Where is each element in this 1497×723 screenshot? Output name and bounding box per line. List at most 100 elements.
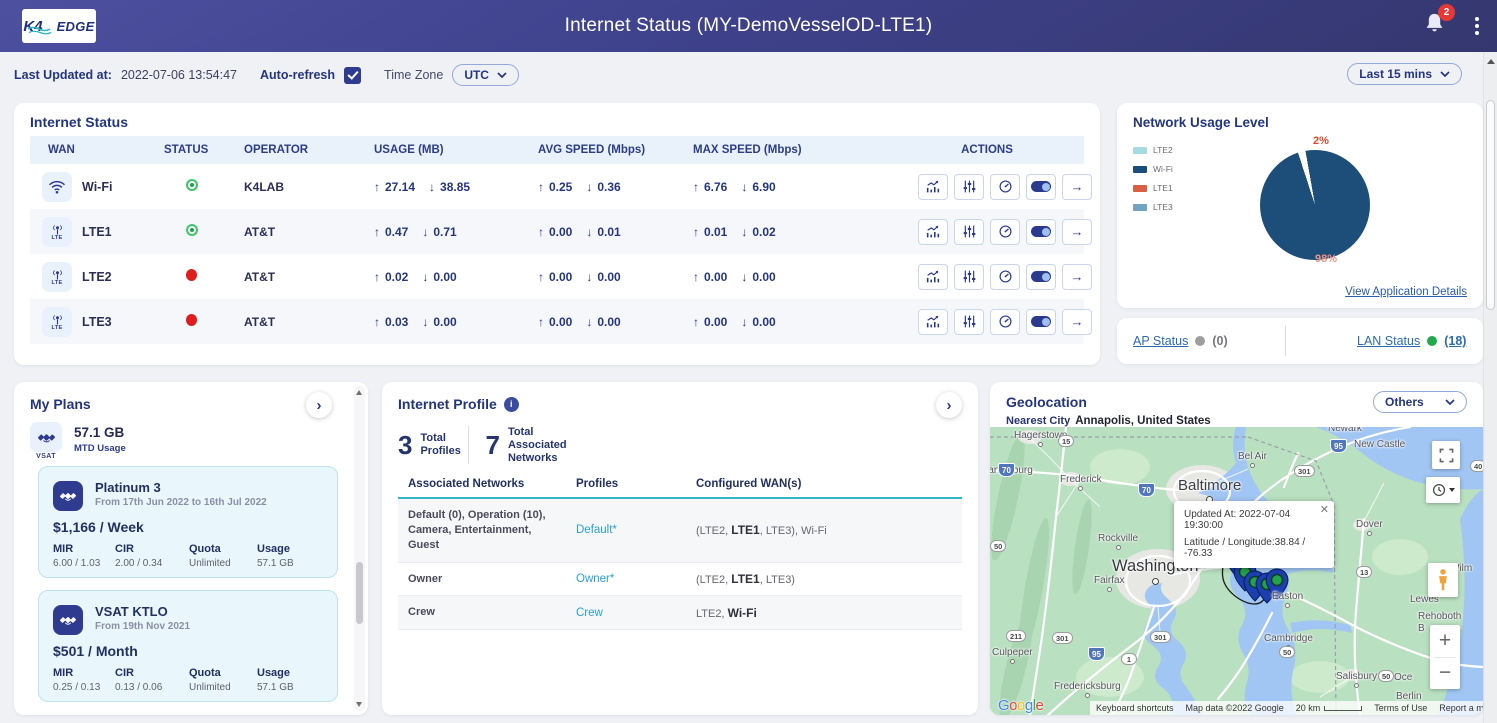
arrow-right-icon: → — [1071, 314, 1084, 329]
limits-button[interactable] — [954, 264, 984, 290]
google-map[interactable]: Hagerstown Martinsburg Frederick Baltimo… — [990, 427, 1483, 715]
col-status: STATUS — [150, 144, 230, 156]
legend-item: LTE2 — [1133, 145, 1173, 155]
plan-card-vsat-ktlo[interactable]: VSAT KTLO From 19th Nov 2021 $501 / Mont… — [38, 590, 338, 702]
history-timeline-button[interactable] — [1426, 477, 1460, 503]
wan-enable-toggle[interactable] — [1026, 174, 1056, 200]
operator: AT&T — [230, 225, 360, 239]
mtd-usage-value: 57.1 GB — [74, 425, 126, 440]
last-updated-label: Last Updated at: — [14, 68, 112, 82]
my-plans-expand-button[interactable]: › — [306, 392, 332, 418]
statistics-button[interactable] — [918, 264, 948, 290]
time-zone-select[interactable]: UTC — [452, 64, 519, 86]
network-usage-card: Network Usage Level LTE2 Wi-Fi LTE1 LTE3… — [1117, 103, 1483, 308]
statistics-button[interactable] — [918, 219, 948, 245]
internet-status-card: Internet Status WAN STATUS OPERATOR USAG… — [14, 103, 1100, 365]
speedtest-button[interactable] — [990, 174, 1020, 200]
zoom-control: + − — [1430, 625, 1460, 689]
info-icon[interactable]: i — [504, 397, 519, 412]
sliders-icon — [962, 224, 977, 239]
scrollbar-thumb[interactable] — [1486, 100, 1495, 310]
lan-count-link[interactable]: (18) — [1444, 334, 1466, 348]
chevron-down-icon — [1440, 71, 1450, 77]
auto-refresh-checkbox[interactable] — [344, 67, 361, 84]
legend-item: Wi-Fi — [1133, 164, 1173, 174]
fullscreen-button[interactable] — [1432, 441, 1460, 469]
internet-profile-expand-button[interactable]: › — [936, 392, 962, 418]
limits-button[interactable] — [954, 309, 984, 335]
keyboard-shortcuts-link[interactable]: Keyboard shortcuts — [1090, 703, 1180, 713]
download-arrow-icon: ↓ — [586, 315, 592, 329]
sliders-icon — [962, 314, 977, 329]
map-city-label: Fredericksburg — [1054, 681, 1121, 698]
my-plans-scrollbar[interactable] — [354, 386, 365, 711]
map-city-label: New Castle — [1354, 439, 1405, 450]
report-map-error-link[interactable]: Report a map error — [1433, 703, 1483, 713]
wan-detail-button[interactable]: → — [1062, 309, 1092, 335]
wan-detail-button[interactable]: → — [1062, 219, 1092, 245]
notifications-button[interactable]: 2 — [1424, 12, 1445, 40]
geolocation-filter-select[interactable]: Others — [1373, 391, 1467, 413]
zoom-out-button[interactable]: − — [1430, 658, 1460, 689]
speedtest-button[interactable] — [990, 219, 1020, 245]
more-menu-kebab-icon[interactable] — [1471, 13, 1483, 39]
speedtest-button[interactable] — [990, 309, 1020, 335]
speedtest-button[interactable] — [990, 264, 1020, 290]
zoom-in-button[interactable]: + — [1430, 626, 1460, 657]
interstate-shield: 70 — [998, 463, 1015, 477]
ap-status-link[interactable]: AP Status — [1133, 334, 1188, 348]
usage-label: Usage — [257, 543, 294, 555]
statistics-button[interactable] — [918, 174, 948, 200]
pegman-icon — [1436, 568, 1450, 592]
cir-value: 2.00 / 0.34 — [115, 558, 181, 569]
table-header: WAN STATUS OPERATOR USAGE (MB) AVG SPEED… — [30, 136, 1084, 164]
auto-refresh-label: Auto-refresh — [260, 68, 335, 82]
quota-value: Unlimited — [189, 682, 249, 693]
close-icon[interactable]: ✕ — [1320, 503, 1329, 516]
upload-arrow-icon: ↑ — [374, 225, 380, 239]
page-scrollbar[interactable] — [1483, 52, 1497, 723]
sliders-icon — [962, 179, 977, 194]
terms-of-use-link[interactable]: Terms of Use — [1368, 703, 1433, 713]
operator: AT&T — [230, 270, 360, 284]
wan-enable-toggle[interactable] — [1026, 264, 1056, 290]
route-shield: 301 — [1294, 465, 1315, 477]
cir-value: 0.13 / 0.06 — [115, 682, 181, 693]
wan-detail-button[interactable]: → — [1062, 264, 1092, 290]
wan-enable-toggle[interactable] — [1026, 219, 1056, 245]
statistics-button[interactable] — [918, 309, 948, 335]
gauge-icon — [998, 269, 1013, 284]
profile-link[interactable]: Crew — [566, 598, 686, 628]
sliders-icon — [962, 269, 977, 284]
time-range-select[interactable]: Last 15 mins — [1347, 63, 1462, 85]
divider — [1285, 326, 1286, 356]
view-application-details-link[interactable]: View Application Details — [1345, 286, 1467, 298]
associated-networks: Default (0), Operation (10), Camera, Ent… — [398, 499, 566, 562]
total-networks-label: Total Associated Networks — [508, 426, 594, 465]
limits-button[interactable] — [954, 219, 984, 245]
route-shield: 13 — [1356, 566, 1372, 578]
legend-swatch — [1133, 204, 1147, 211]
chevron-down-icon — [497, 72, 507, 78]
nearest-city-value: Annapolis, United States — [1075, 415, 1210, 427]
profile-row: Default (0), Operation (10), Camera, Ent… — [398, 499, 962, 563]
dashboard: K4 EDGE Internet Status (MY-DemoVesselOD… — [0, 0, 1497, 723]
map-city-label: Oce — [1394, 672, 1412, 683]
scroll-down-arrow-icon — [356, 702, 362, 707]
gauge-icon — [998, 314, 1013, 329]
scroll-up-arrow-icon[interactable] — [1487, 59, 1495, 64]
profile-link[interactable]: Owner* — [566, 564, 686, 594]
profile-link[interactable]: Default* — [566, 515, 686, 545]
wan-detail-button[interactable]: → — [1062, 174, 1092, 200]
pegman-streetview-control[interactable] — [1428, 563, 1458, 597]
last-updated-value: 2022-07-06 13:54:47 — [121, 68, 237, 82]
lan-status-link[interactable]: LAN Status — [1357, 334, 1420, 348]
map-city-label: Easton — [1272, 591, 1303, 608]
plan-card-platinum3[interactable]: Platinum 3 From 17th Jun 2022 to 16th Ju… — [38, 466, 338, 578]
limits-button[interactable] — [954, 174, 984, 200]
vessel-info-popup: ✕ Updated At: 2022-07-04 19:30:00 Latitu… — [1174, 501, 1334, 568]
col-max-speed: MAX SPEED (Mbps) — [679, 144, 890, 156]
usage-pie-chart[interactable] — [1260, 150, 1370, 260]
wan-enable-toggle[interactable] — [1026, 309, 1056, 335]
legend-item: LTE1 — [1133, 183, 1173, 193]
